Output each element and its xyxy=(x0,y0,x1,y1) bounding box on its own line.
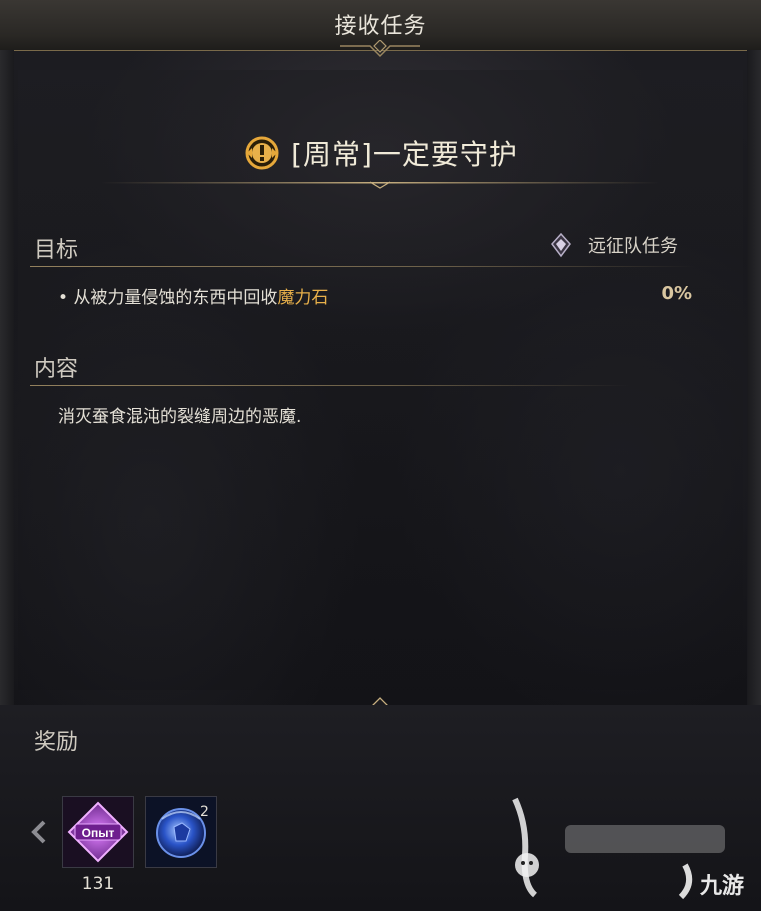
expedition-emblem-icon xyxy=(551,232,571,258)
objective-item: • 从被力量侵蚀的东西中回收魔力石 xyxy=(58,283,328,308)
header-divider-ornament xyxy=(100,181,660,189)
content-description: 消灭蚕食混沌的裂缝周边的恶魔. xyxy=(58,407,302,427)
rewards-prev-arrow-icon[interactable] xyxy=(26,816,52,848)
rewards-label: 奖励 xyxy=(34,730,79,755)
exclamation-badge-icon xyxy=(245,136,279,170)
exp-crystal-icon: Опыт xyxy=(63,797,133,867)
reward-slot-exp[interactable]: Опыт xyxy=(62,796,134,868)
content-label: 内容 xyxy=(34,357,79,382)
objective-divider xyxy=(30,266,695,267)
exp-crystal-label: Опыт xyxy=(82,826,115,840)
reward-exp-count: 131 xyxy=(81,874,115,894)
objective-progress: 0% xyxy=(661,283,692,304)
objective-highlight: 魔力石 xyxy=(277,288,329,308)
title-ornament-icon xyxy=(340,40,420,58)
reward-orb-count: 2 xyxy=(200,804,209,820)
content-divider xyxy=(30,385,630,386)
objective-label: 目标 xyxy=(34,238,79,263)
expedition-quest-label: 远征队任务 xyxy=(588,236,678,257)
window-title: 接收任务 xyxy=(334,14,427,39)
objective-text: 从被力量侵蚀的东西中回收 xyxy=(73,288,278,308)
expedition-quest-tag: 远征队任务 xyxy=(548,232,678,258)
quest-title: [周常]一定要守护 xyxy=(291,138,518,171)
objective-bullet: • xyxy=(58,288,69,308)
watermark-text: 九游 xyxy=(700,874,745,899)
quest-header: [周常]一定要守护 xyxy=(0,128,761,178)
